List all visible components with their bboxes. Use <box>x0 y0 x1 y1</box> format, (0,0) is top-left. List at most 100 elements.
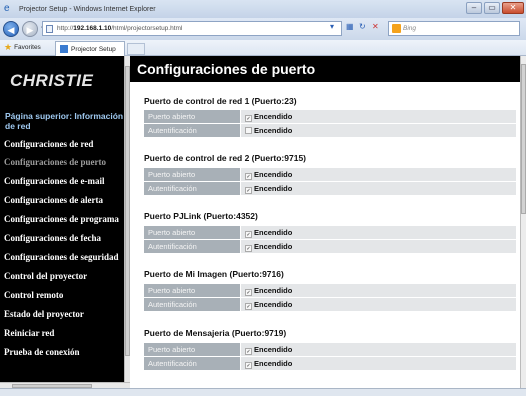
tab-title: Projector Setup <box>71 45 116 53</box>
setting-value-text: Encendido <box>254 345 293 354</box>
close-button[interactable]: ✕ <box>502 2 524 14</box>
favorites-label: Favorites <box>14 44 41 51</box>
setting-label: Puerto abierto <box>144 343 240 356</box>
setting-value-text: Encendido <box>254 184 293 193</box>
setting-value-text: Encendido <box>254 300 293 309</box>
setting-value: ✓ Encendido <box>241 182 516 195</box>
setting-label: Autentificación <box>144 240 240 253</box>
setting-value-text: Encendido <box>254 112 293 121</box>
checkbox-icon <box>245 127 252 134</box>
url-path: /html/projectorsetup.html <box>111 25 183 32</box>
minimize-button[interactable]: – <box>466 2 482 14</box>
setting-value-text: Encendido <box>254 228 293 237</box>
tab-projector-setup[interactable]: Projector Setup <box>55 41 125 56</box>
checkmark-icon: ✓ <box>245 303 252 310</box>
checkmark-icon: ✓ <box>245 231 252 238</box>
bing-icon <box>392 24 401 33</box>
page-icon <box>46 25 53 33</box>
logo-area: CHRISTIE <box>0 56 130 112</box>
setting-row: Autentificación Encendido <box>144 124 516 137</box>
sidebar-item-remote-control[interactable]: Control remoto <box>0 287 124 303</box>
setting-value: ✓ Encendido <box>241 343 516 356</box>
back-button[interactable]: ◀ <box>3 21 19 37</box>
setting-row: Puerto abierto ✓ Encendido <box>144 110 516 123</box>
favorites-bar: ★ Favorites Projector Setup <box>0 40 526 56</box>
setting-value: ✓ Encendido <box>241 357 516 370</box>
setting-label: Autentificación <box>144 182 240 195</box>
sidebar-item-alert[interactable]: Configuraciones de alerta <box>0 192 124 208</box>
setting-value-text: Encendido <box>254 170 293 179</box>
setting-row: Puerto abierto ✓ Encendido <box>144 168 516 181</box>
checkmark-icon: ✓ <box>245 245 252 252</box>
section-title: Puerto de Mensajeria (Puerto:9719) <box>144 328 287 338</box>
sidebar-item-date[interactable]: Configuraciones de fecha <box>0 230 124 246</box>
new-tab-button[interactable] <box>127 43 145 55</box>
sidebar-item-network-restart[interactable]: Reiniciar red <box>0 325 124 341</box>
compatibility-view-icon[interactable]: ▦ <box>346 22 354 31</box>
maximize-button[interactable]: ▭ <box>484 2 500 14</box>
sidebar-item-port[interactable]: Configuraciones de puerto <box>0 154 124 170</box>
setting-value: ✓ Encendido <box>241 298 516 311</box>
checkmark-icon: ✓ <box>245 362 252 369</box>
main-vertical-scrollbar[interactable] <box>520 56 526 388</box>
setting-label: Autentificación <box>144 298 240 311</box>
setting-row: Puerto abierto ✓ Encendido <box>144 343 516 356</box>
sidebar-item-projector-control[interactable]: Control del proyector <box>0 268 124 284</box>
forward-button[interactable]: ▶ <box>22 21 38 37</box>
checkmark-icon: ✓ <box>245 187 252 194</box>
setting-value: ✓ Encendido <box>241 240 516 253</box>
section-title: Puerto de control de red 2 (Puerto:9715) <box>144 153 307 163</box>
page-content: CHRISTIE Página superior: Información de… <box>0 56 526 388</box>
page-title: Configuraciones de puerto <box>130 56 520 82</box>
sidebar-item-schedule[interactable]: Configuraciones de programa <box>0 211 124 227</box>
stop-icon[interactable]: ✕ <box>372 22 379 31</box>
sidebar-item-status[interactable]: Estado del proyector <box>0 306 124 322</box>
setting-value: ✓ Encendido <box>241 226 516 239</box>
setting-row: Puerto abierto ✓ Encendido <box>144 226 516 239</box>
setting-row: Autentificación ✓ Encendido <box>144 357 516 370</box>
refresh-icon[interactable]: ↻ <box>359 22 366 31</box>
checkmark-icon: ✓ <box>245 289 252 296</box>
sidebar-item-email[interactable]: Configuraciones de e-mail <box>0 173 124 189</box>
sidebar: CHRISTIE Página superior: Información de… <box>0 56 130 388</box>
setting-row: Puerto abierto ✓ Encendido <box>144 284 516 297</box>
setting-value-text: Encendido <box>254 286 293 295</box>
setting-row: Autentificación ✓ Encendido <box>144 298 516 311</box>
address-field[interactable]: http://192.168.1.10/html/projectorsetup.… <box>42 21 342 36</box>
sidebar-item-network[interactable]: Configuraciones de red <box>0 136 124 152</box>
url-prefix: http:// <box>57 25 74 32</box>
favorites-button[interactable]: ★ Favorites <box>4 42 47 53</box>
address-dropdown-icon[interactable]: ▾ <box>330 22 334 31</box>
setting-row: Autentificación ✓ Encendido <box>144 240 516 253</box>
setting-value: ✓ Encendido <box>241 110 516 123</box>
setting-value-text: Encendido <box>254 126 293 135</box>
scrollbar-thumb[interactable] <box>521 64 526 214</box>
search-placeholder: Bing <box>403 25 417 32</box>
internet-explorer-icon: e <box>4 3 10 14</box>
window-titlebar: e Projector Setup - Windows Internet Exp… <box>0 0 526 18</box>
search-input[interactable]: Bing ⌕ <box>388 21 520 36</box>
sidebar-item-security[interactable]: Configuraciones de seguridad <box>0 249 124 265</box>
star-icon: ★ <box>4 42 13 52</box>
sidebar-item-home[interactable]: Página superior: Información de red <box>0 108 124 135</box>
checkmark-icon: ✓ <box>245 173 252 180</box>
checkmark-icon: ✓ <box>245 348 252 355</box>
url-host: 192.168.1.10 <box>73 25 112 32</box>
setting-value: ✓ Encendido <box>241 168 516 181</box>
setting-label: Autentificación <box>144 124 240 137</box>
setting-value-text: Encendido <box>254 242 293 251</box>
setting-label: Puerto abierto <box>144 226 240 239</box>
tab-page-icon <box>60 45 68 53</box>
setting-value-text: Encendido <box>254 359 293 368</box>
setting-value: Encendido <box>241 124 516 137</box>
setting-label: Puerto abierto <box>144 284 240 297</box>
setting-label: Autentificación <box>144 357 240 370</box>
window-controls: – ▭ ✕ <box>466 2 524 14</box>
sidebar-item-connection-test[interactable]: Prueba de conexión <box>0 344 124 360</box>
window-title: Projector Setup - Windows Internet Explo… <box>19 5 156 13</box>
section-title: Puerto de control de red 1 (Puerto:23) <box>144 96 297 106</box>
navigation-bar: ◀ ▶ ▼ http://192.168.1.10/html/projector… <box>0 18 526 40</box>
setting-label: Puerto abierto <box>144 110 240 123</box>
setting-value: ✓ Encendido <box>241 284 516 297</box>
status-bar <box>0 388 526 396</box>
